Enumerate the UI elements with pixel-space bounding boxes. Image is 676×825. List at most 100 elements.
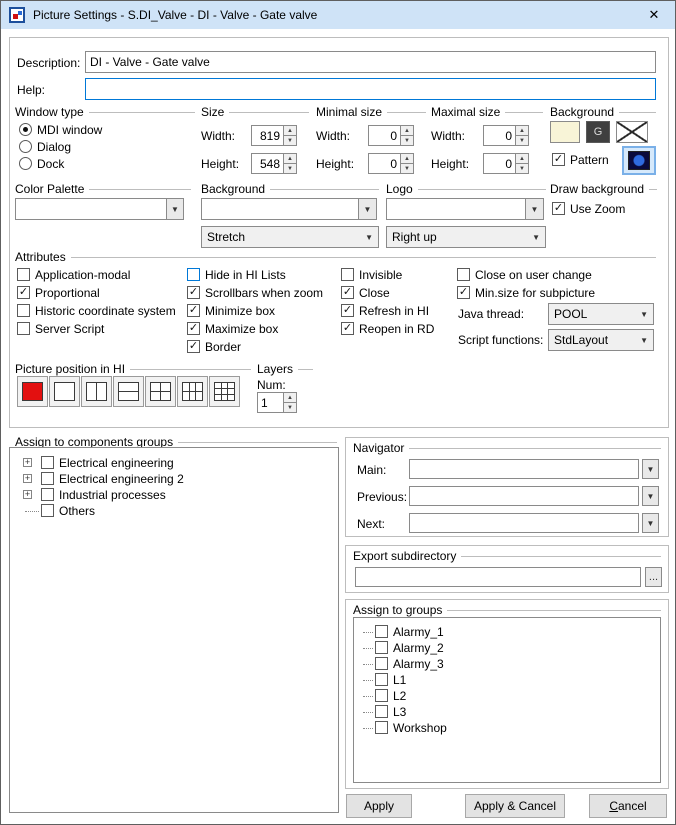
- spin-down-icon[interactable]: ▼: [283, 164, 297, 174]
- logo-dropdown-button[interactable]: ▼: [525, 198, 544, 220]
- java-thread-combo[interactable]: POOL ▼: [548, 303, 654, 325]
- position-button-grid-2x2[interactable]: [145, 376, 176, 407]
- help-input[interactable]: [85, 78, 656, 100]
- spin-up-icon[interactable]: ▲: [400, 153, 414, 164]
- position-button-vertical-halves[interactable]: [81, 376, 112, 407]
- color-palette-dropdown-button[interactable]: ▼: [166, 198, 184, 220]
- minsize-width-input[interactable]: [368, 125, 400, 146]
- expand-icon[interactable]: +: [23, 458, 32, 467]
- navigator-previous-dropdown-button[interactable]: ▼: [642, 486, 659, 506]
- position-button-grid-2x3[interactable]: [177, 376, 208, 407]
- spin-up-icon[interactable]: ▲: [283, 125, 297, 136]
- logo-position-combo[interactable]: Right up ▼: [386, 226, 546, 248]
- cancel-button[interactable]: Cancel: [589, 794, 667, 818]
- group-checkbox[interactable]: [375, 705, 388, 718]
- radio-dialog[interactable]: [19, 140, 32, 153]
- spin-up-icon[interactable]: ▲: [400, 125, 414, 136]
- size-width-input[interactable]: [251, 125, 283, 146]
- export-subdirectory-input[interactable]: [355, 567, 641, 587]
- historic-coordinate-checkbox[interactable]: [17, 304, 30, 317]
- radio-dock-label: Dock: [37, 157, 64, 171]
- group-checkbox[interactable]: [375, 625, 388, 638]
- navigator-main-dropdown-button[interactable]: ▼: [642, 459, 659, 479]
- background-image-dropdown-button[interactable]: ▼: [358, 198, 377, 220]
- transparent-color-button[interactable]: [616, 121, 648, 143]
- group-checkbox[interactable]: [375, 657, 388, 670]
- group-checkbox[interactable]: [375, 689, 388, 702]
- minimize-box-checkbox[interactable]: ✓: [187, 304, 200, 317]
- expand-icon[interactable]: +: [23, 474, 32, 483]
- position-button-horizontal-halves[interactable]: [113, 376, 144, 407]
- spin-down-icon[interactable]: ▼: [400, 164, 414, 174]
- spin-up-icon[interactable]: ▲: [515, 153, 529, 164]
- refresh-in-hi-checkbox[interactable]: ✓: [341, 304, 354, 317]
- export-subdirectory-browse-button[interactable]: ...: [645, 567, 662, 587]
- apply-button[interactable]: Apply: [346, 794, 412, 818]
- proportional-checkbox[interactable]: ✓: [17, 286, 30, 299]
- tree-item-checkbox[interactable]: [41, 456, 54, 469]
- pattern-checkbox[interactable]: ✓: [552, 153, 565, 166]
- application-modal-checkbox[interactable]: [17, 268, 30, 281]
- invisible-checkbox[interactable]: [341, 268, 354, 281]
- color-palette-input[interactable]: [15, 198, 167, 220]
- use-zoom-checkbox[interactable]: ✓: [552, 202, 565, 215]
- maxsize-height-input[interactable]: [483, 153, 515, 174]
- position-button-current[interactable]: [17, 376, 48, 407]
- group-checkbox[interactable]: [375, 641, 388, 654]
- position-button-grid-3x3[interactable]: [209, 376, 240, 407]
- minsize-width-spinner: ▲▼: [368, 125, 414, 146]
- size-height-input[interactable]: [251, 153, 283, 174]
- group-checkbox[interactable]: [375, 673, 388, 686]
- tree-item-checkbox[interactable]: [41, 504, 54, 517]
- radio-dock[interactable]: [19, 157, 32, 170]
- border-checkbox[interactable]: ✓: [187, 340, 200, 353]
- spin-up-icon[interactable]: ▲: [283, 153, 297, 164]
- navigator-main-input[interactable]: [409, 459, 639, 479]
- reopen-in-rd-checkbox[interactable]: ✓: [341, 322, 354, 335]
- tree-item-checkbox[interactable]: [41, 472, 54, 485]
- close-label: Close: [359, 286, 390, 300]
- close-on-user-change-checkbox[interactable]: [457, 268, 470, 281]
- maxsize-width-input[interactable]: [483, 125, 515, 146]
- spin-down-icon[interactable]: ▼: [283, 136, 297, 146]
- scrollbars-when-zoom-checkbox[interactable]: ✓: [187, 286, 200, 299]
- navigator-next-dropdown-button[interactable]: ▼: [642, 513, 659, 533]
- background-stretch-combo[interactable]: Stretch ▼: [201, 226, 379, 248]
- close-checkbox[interactable]: ✓: [341, 286, 354, 299]
- maxsize-height-label: Height:: [431, 157, 469, 171]
- logo-input[interactable]: [386, 198, 526, 220]
- close-icon[interactable]: ✕: [633, 1, 675, 29]
- spin-down-icon[interactable]: ▼: [515, 136, 529, 146]
- pattern-select-button[interactable]: [622, 146, 656, 175]
- spin-up-icon[interactable]: ▲: [515, 125, 529, 136]
- position-button-full[interactable]: [49, 376, 80, 407]
- layers-num-input[interactable]: [257, 392, 283, 413]
- description-input[interactable]: [85, 51, 656, 73]
- section-background-color: Background: [550, 105, 656, 119]
- section-minimal-size: Minimal size: [316, 105, 426, 119]
- radio-mdi-window[interactable]: [19, 123, 32, 136]
- navigator-previous-input[interactable]: [409, 486, 639, 506]
- section-logo: Logo: [386, 182, 546, 196]
- background-image-input[interactable]: [201, 198, 359, 220]
- spin-down-icon[interactable]: ▼: [515, 164, 529, 174]
- layers-num-label: Num:: [257, 378, 286, 392]
- tree-item-checkbox[interactable]: [41, 488, 54, 501]
- spin-up-icon[interactable]: ▲: [283, 392, 297, 403]
- maximize-box-checkbox[interactable]: ✓: [187, 322, 200, 335]
- navigator-next-input[interactable]: [409, 513, 639, 533]
- min-size-subpicture-checkbox[interactable]: ✓: [457, 286, 470, 299]
- script-functions-combo[interactable]: StdLayout ▼: [548, 329, 654, 351]
- apply-and-cancel-button[interactable]: Apply & Cancel: [465, 794, 565, 818]
- server-script-checkbox[interactable]: [17, 322, 30, 335]
- spin-down-icon[interactable]: ▼: [400, 136, 414, 146]
- expand-icon[interactable]: +: [23, 490, 32, 499]
- group-checkbox[interactable]: [375, 721, 388, 734]
- gradient-color-button[interactable]: G: [586, 121, 610, 143]
- hide-in-hi-lists-checkbox[interactable]: [187, 268, 200, 281]
- minsize-height-input[interactable]: [368, 153, 400, 174]
- application-modal-label: Application-modal: [35, 268, 130, 282]
- spin-down-icon[interactable]: ▼: [283, 403, 297, 413]
- section-layers: Layers: [257, 362, 313, 376]
- background-color-swatch[interactable]: [550, 121, 580, 143]
